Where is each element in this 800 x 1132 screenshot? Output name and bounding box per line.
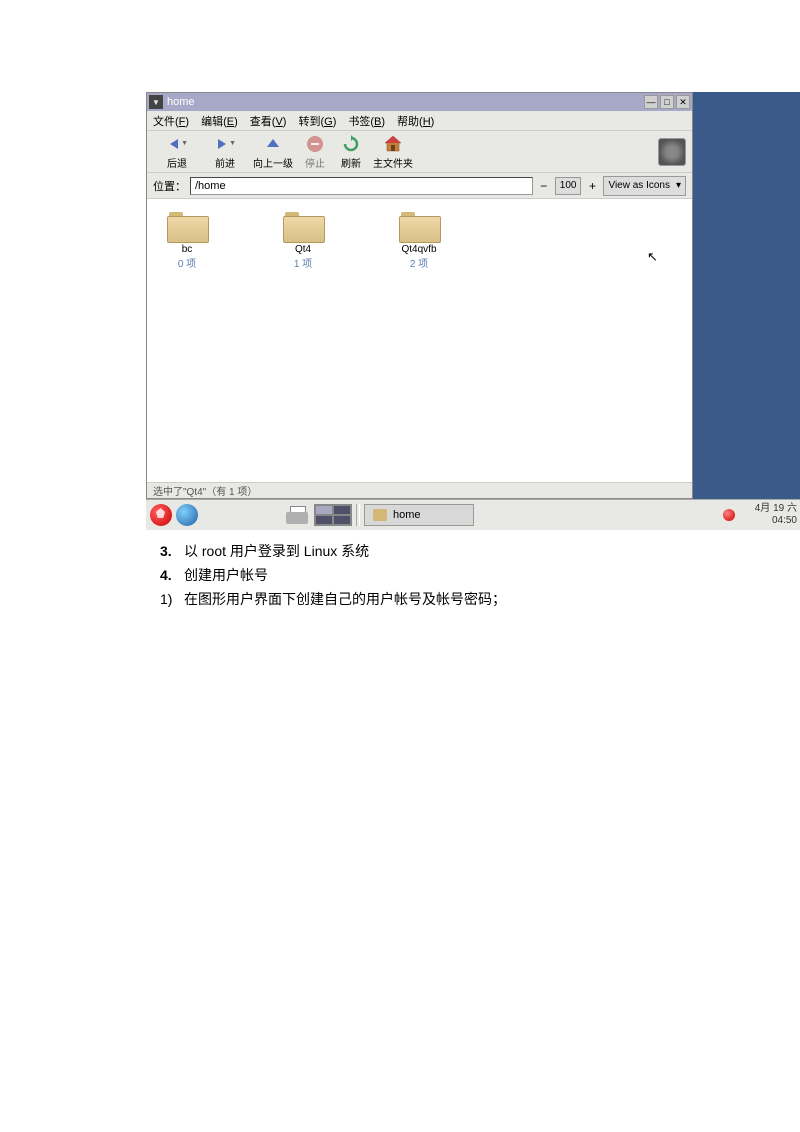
folder-count: 0 项 [178,255,196,270]
window-controls: — □ ✕ [644,95,690,109]
back-label: 后退 [167,155,187,170]
folder-icon [373,509,387,521]
content-area[interactable]: bc 0 项 Qt4 1 项 Qt4qvfb 2 项 [147,199,692,482]
forward-icon: ▼ [214,134,236,154]
stop-button: 停止 [297,134,333,170]
folder-qt4[interactable]: Qt4 1 项 [273,209,333,270]
workspace-pager[interactable] [314,504,352,526]
zoom-out-button[interactable]: − [537,177,551,195]
back-button[interactable]: ▼ 后退 [153,134,201,170]
menu-help[interactable]: 帮助(H) [397,113,434,129]
folder-count: 1 项 [294,255,312,270]
zoom-value: 100 [555,177,582,195]
menu-view[interactable]: 查看(V) [250,113,287,129]
folder-name: bc [182,244,193,255]
menu-go[interactable]: 转到(G) [298,113,336,129]
home-icon [382,134,404,154]
location-label: 位置： [153,178,186,194]
doc-line-3: 以 root 用户登录到 Linux 系统 [184,543,369,559]
menu-bookmarks[interactable]: 书签(B) [348,113,385,129]
window-menu-icon[interactable] [149,95,163,109]
folder-bc[interactable]: bc 0 项 [157,209,217,270]
home-button[interactable]: 主文件夹 [369,134,417,170]
throbber-icon [658,138,686,166]
reload-icon [340,134,362,154]
close-button[interactable]: ✕ [676,95,690,109]
file-manager-window: home — □ ✕ 文件(F) 编辑(E) 查看(V) 转到(G) 书签(B)… [146,92,693,499]
status-text: 选中了"Qt4"（有 1 项） [153,483,257,498]
printer-icon[interactable] [284,504,310,526]
clock-date: 4月 19 六 [745,503,797,515]
up-icon [262,134,284,154]
menubar: 文件(F) 编辑(E) 查看(V) 转到(G) 书签(B) 帮助(H) [147,111,692,131]
browser-launcher-icon[interactable] [176,504,198,526]
status-indicator-icon[interactable] [723,509,735,521]
taskbar-separator [356,504,360,526]
back-icon: ▼ [166,134,188,154]
folder-icon [399,209,439,241]
clock[interactable]: 4月 19 六 04:50 [745,503,797,527]
document-text: 3.以 root 用户登录到 Linux 系统 4.创建用户帐号 1)在图形用户… [160,540,506,611]
doc-line-4: 创建用户帐号 [184,567,268,583]
view-mode-select[interactable]: View as Icons▾ [603,176,686,196]
reload-label: 刷新 [341,155,361,170]
stop-icon [304,134,326,154]
taskbar: home 4月 19 六 04:50 [146,499,800,530]
folder-icon [167,209,207,241]
clock-time: 04:50 [745,515,797,527]
menu-file[interactable]: 文件(F) [153,113,189,129]
maximize-button[interactable]: □ [660,95,674,109]
location-input[interactable] [190,177,533,195]
taskbar-task-home[interactable]: home [364,504,474,526]
stop-label: 停止 [305,155,325,170]
location-bar: 位置： − 100 + View as Icons▾ [147,173,692,199]
menu-edit[interactable]: 编辑(E) [201,113,238,129]
forward-label: 前进 [215,155,235,170]
forward-button[interactable]: ▼ 前进 [201,134,249,170]
folder-name: Qt4 [295,244,311,255]
doc-line-5: 在图形用户界面下创建自己的用户帐号及帐号密码； [184,591,506,607]
window-title: home [167,96,644,108]
up-label: 向上一级 [253,155,293,170]
minimize-button[interactable]: — [644,95,658,109]
folder-name: Qt4qvfb [401,244,436,255]
reload-button[interactable]: 刷新 [333,134,369,170]
zoom-in-button[interactable]: + [585,177,599,195]
titlebar[interactable]: home — □ ✕ [147,93,692,111]
statusbar: 选中了"Qt4"（有 1 项） [147,482,692,498]
folder-qt4qvfb[interactable]: Qt4qvfb 2 项 [389,209,449,270]
folder-icon [283,209,323,241]
up-button[interactable]: 向上一级 [249,134,297,170]
home-label: 主文件夹 [373,155,413,170]
toolbar: ▼ 后退 ▼ 前进 向上一级 停止 刷新 主文件夹 [147,131,692,173]
folder-count: 2 项 [410,255,428,270]
start-menu-button[interactable] [150,504,172,526]
task-label: home [393,509,421,521]
